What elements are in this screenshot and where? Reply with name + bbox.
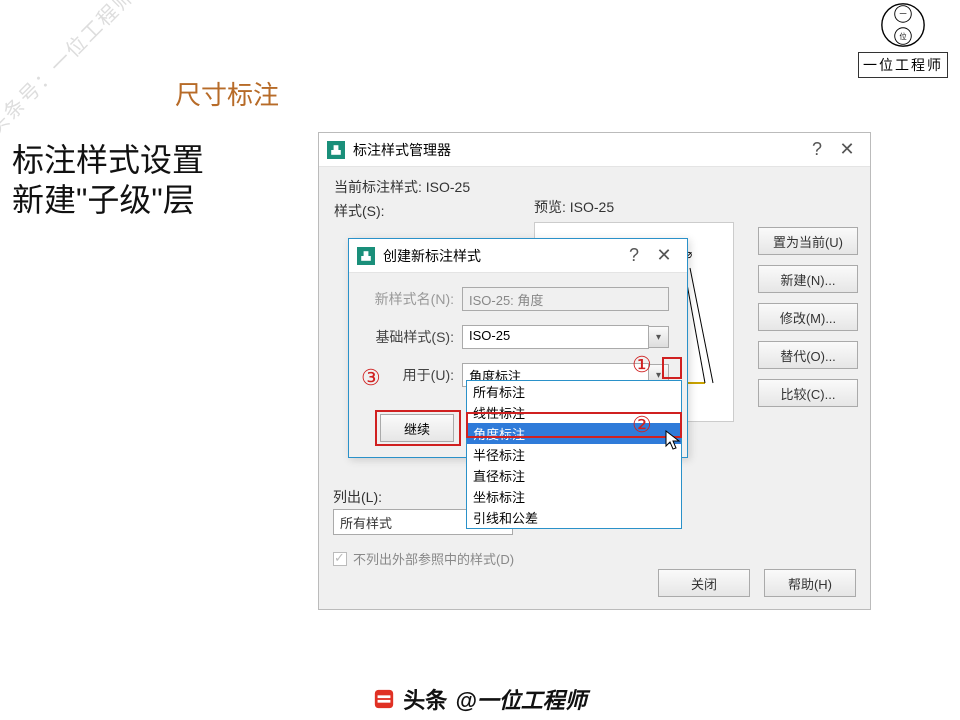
author-logo-top: 一 位 一位工程师 xyxy=(858,2,948,78)
toutiao-icon xyxy=(373,688,395,710)
use-for-dropdown[interactable]: 所有标注线性标注角度标注半径标注直径标注坐标标注引线和公差 xyxy=(466,380,682,529)
help-icon[interactable]: ? xyxy=(802,139,832,160)
footer-attribution: 头条 @一位工程师 xyxy=(0,678,960,720)
mgr-titlebar: 标注样式管理器 ? ✕ xyxy=(319,133,870,167)
watermark-diagonal: 头条号：一位工程师 xyxy=(0,0,141,141)
close-button[interactable]: 关闭 xyxy=(658,569,750,597)
close-icon[interactable]: ✕ xyxy=(649,245,679,266)
annotation-3: ③ xyxy=(361,365,381,391)
dropdown-option[interactable]: 引线和公差 xyxy=(467,507,681,528)
base-style-select[interactable]: ISO-25 xyxy=(462,325,649,349)
listout-label: 列出(L): xyxy=(333,487,382,507)
help-button[interactable]: 帮助(H) xyxy=(764,569,856,597)
footer-prefix: 头条 xyxy=(403,683,447,715)
set-current-button[interactable]: 置为当前(U) xyxy=(758,227,858,255)
dropdown-option[interactable]: 直径标注 xyxy=(467,465,681,486)
app-icon xyxy=(357,247,375,265)
chevron-down-icon[interactable]: ▾ xyxy=(649,326,669,348)
checkbox-icon xyxy=(333,552,347,566)
annotation-box-1 xyxy=(662,357,682,379)
svg-text:位: 位 xyxy=(899,32,907,41)
annotation-1: ① xyxy=(632,352,652,378)
current-style-label: 当前标注样式: ISO-25 xyxy=(334,177,855,197)
mgr-title: 标注样式管理器 xyxy=(353,140,451,160)
preview-label: 预览: ISO-25 xyxy=(534,197,614,217)
close-icon[interactable]: ✕ xyxy=(832,139,862,160)
section-heading: 尺寸标注 xyxy=(175,75,279,112)
override-button[interactable]: 替代(O)... xyxy=(758,341,858,369)
continue-button-wrap: 继续 xyxy=(380,414,454,442)
new-name-label: 新样式名(N): xyxy=(367,289,462,309)
svg-text:一: 一 xyxy=(899,10,907,19)
cursor-icon xyxy=(665,430,683,452)
app-icon xyxy=(327,141,345,159)
explain-line1: 标注样式设置 xyxy=(12,140,204,180)
exclude-xref-label: 不列出外部参照中的样式(D) xyxy=(353,552,514,567)
inner-title: 创建新标注样式 xyxy=(383,246,481,266)
new-button[interactable]: 新建(N)... xyxy=(758,265,858,293)
inner-titlebar: 创建新标注样式 ? ✕ xyxy=(349,239,687,273)
exclude-xref-checkbox[interactable]: 不列出外部参照中的样式(D) xyxy=(333,549,514,568)
right-button-column: 置为当前(U) 新建(N)... 修改(M)... 替代(O)... 比较(C)… xyxy=(758,227,858,417)
styles-label: 样式(S): xyxy=(334,201,385,221)
dropdown-option[interactable]: 所有标注 xyxy=(467,381,681,402)
author-logo-label: 一位工程师 xyxy=(858,52,948,78)
modify-button[interactable]: 修改(M)... xyxy=(758,303,858,331)
footer-at: @一位工程师 xyxy=(455,683,586,715)
continue-button[interactable]: 继续 xyxy=(380,414,454,442)
explain-line2: 新建"子级"层 xyxy=(12,180,204,220)
compare-button[interactable]: 比较(C)... xyxy=(758,379,858,407)
help-icon[interactable]: ? xyxy=(619,245,649,266)
yinyang-icon: 一 位 xyxy=(880,2,926,48)
use-for-label: 用于(U): xyxy=(367,365,462,385)
annotation-2: ② xyxy=(632,412,652,438)
dropdown-option[interactable]: 半径标注 xyxy=(467,444,681,465)
new-name-input: ISO-25: 角度 xyxy=(462,287,669,311)
explanation-text: 标注样式设置 新建"子级"层 xyxy=(12,140,204,220)
dropdown-option[interactable]: 坐标标注 xyxy=(467,486,681,507)
base-style-label: 基础样式(S): xyxy=(367,327,462,347)
